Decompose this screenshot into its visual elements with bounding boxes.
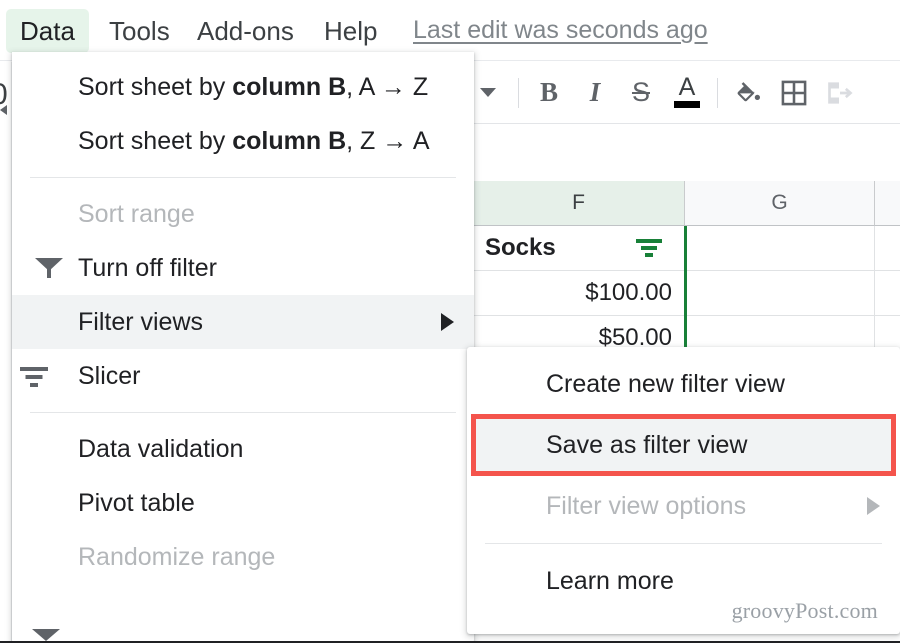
chevron-right-icon: [867, 497, 880, 515]
menu-tab-data[interactable]: Data: [6, 9, 89, 53]
menu-item-pivot-table-label: Pivot table: [78, 488, 195, 517]
menu-item-sort-az-label: Sort sheet by column B, A → Z: [78, 72, 429, 101]
menu-separator: [485, 543, 882, 544]
menu-tab-addons-label: Add-ons: [197, 15, 294, 46]
menu-item-create-new-filter-view[interactable]: Create new filter view: [467, 356, 900, 412]
cell-g-row1[interactable]: [685, 226, 875, 271]
menu-item-data-validation[interactable]: Data validation: [12, 422, 474, 476]
menu-tab-tools[interactable]: Tools: [95, 9, 184, 53]
menu-item-randomize-range-label: Randomize range: [78, 542, 276, 571]
cell-f-header[interactable]: Socks: [473, 226, 685, 271]
menu-tab-addons[interactable]: Add-ons: [183, 9, 308, 53]
partial-caret-icon: [0, 105, 7, 115]
menu-tab-help[interactable]: Help: [310, 9, 391, 53]
menu-item-data-validation-label: Data validation: [78, 434, 244, 463]
cell-h-row1[interactable]: [875, 226, 900, 271]
data-dropdown-menu: Sort sheet by column B, A → Z Sort sheet…: [12, 52, 474, 643]
menu-item-filter-view-options[interactable]: Filter view options: [467, 478, 900, 534]
slicer-icon: [20, 361, 64, 391]
toolbar-divider: [518, 77, 519, 108]
strikethrough-icon: S: [631, 77, 650, 107]
menu-separator: [30, 177, 456, 178]
menu-item-learn-more-label: Learn more: [546, 566, 674, 595]
cell-h-row2[interactable]: [875, 271, 900, 316]
save-as-filter-view-wrapper: Save as filter view: [471, 414, 896, 476]
menu-item-sort-za-label: Sort sheet by column B, Z → A: [78, 126, 430, 155]
funnel-icon: [34, 253, 64, 283]
cell-f-header-label: Socks: [485, 234, 556, 261]
menu-item-filter-views-label: Filter views: [78, 307, 204, 336]
last-edit-status[interactable]: Last edit was seconds ago: [413, 16, 708, 45]
column-header-h[interactable]: [875, 181, 900, 226]
menu-item-turn-off-filter[interactable]: Turn off filter: [12, 241, 474, 295]
watermark: groovyPost.com: [731, 598, 878, 623]
borders-button[interactable]: [771, 70, 817, 116]
bold-icon: B: [539, 77, 558, 107]
text-color-icon: A: [679, 74, 696, 111]
bold-button[interactable]: B: [526, 70, 572, 116]
menu-item-save-as-filter-view[interactable]: Save as filter view: [471, 414, 896, 476]
italic-button[interactable]: I: [572, 70, 618, 116]
menu-item-sort-range[interactable]: Sort range: [12, 187, 474, 241]
strikethrough-button[interactable]: S: [618, 70, 664, 116]
menu-item-filter-views[interactable]: Filter views: [12, 295, 474, 349]
partial-bottom-caret-icon: [32, 629, 60, 641]
menu-item-create-new-filter-view-label: Create new filter view: [546, 369, 785, 398]
column-header-g-label: G: [771, 191, 788, 214]
menu-item-randomize-range[interactable]: Randomize range: [12, 530, 474, 584]
chevron-down-icon: [480, 88, 496, 97]
filter-icon[interactable]: [636, 238, 662, 258]
fill-color-button[interactable]: [725, 70, 771, 116]
merge-cells-icon: [828, 81, 853, 104]
left-edge-strip: [0, 62, 12, 643]
cell-g-row2[interactable]: [685, 271, 875, 316]
menu-item-filter-view-options-label: Filter view options: [546, 491, 747, 520]
toolbar-divider: [717, 77, 718, 108]
menu-item-slicer-label: Slicer: [78, 361, 141, 390]
column-header-f-label: F: [572, 191, 585, 214]
merge-cells-button[interactable]: [817, 70, 863, 116]
screenshot-root: Data Tools Add-ons Help Last edit was se…: [0, 0, 900, 643]
text-color-button[interactable]: A: [664, 70, 710, 116]
menu-item-sort-range-label: Sort range: [78, 199, 195, 228]
cell-f-row2[interactable]: $100.00: [473, 271, 685, 316]
menu-item-slicer[interactable]: Slicer: [12, 349, 474, 403]
menu-item-save-as-filter-view-label: Save as filter view: [546, 430, 748, 459]
column-header-g[interactable]: G: [685, 181, 875, 226]
menu-item-sort-az[interactable]: Sort sheet by column B, A → Z: [12, 60, 474, 114]
menu-tab-help-label: Help: [324, 15, 378, 46]
column-selection-edge: [684, 226, 687, 361]
menu-separator: [30, 412, 456, 413]
formatting-toolbar: B I S A: [465, 62, 900, 124]
menu-item-turn-off-filter-label: Turn off filter: [78, 253, 217, 282]
menu-item-pivot-table[interactable]: Pivot table: [12, 476, 474, 530]
paint-bucket-icon: [737, 81, 760, 101]
borders-grid-icon: [781, 80, 807, 105]
italic-icon: I: [589, 77, 601, 107]
chevron-right-icon: [441, 313, 454, 331]
menu-item-sort-za[interactable]: Sort sheet by column B, Z → A: [12, 114, 474, 168]
column-header-f[interactable]: F: [473, 181, 685, 226]
filter-views-submenu: Create new filter view Save as filter vi…: [467, 347, 900, 634]
menu-tab-data-label: Data: [20, 15, 75, 46]
menu-tab-tools-label: Tools: [109, 15, 170, 46]
